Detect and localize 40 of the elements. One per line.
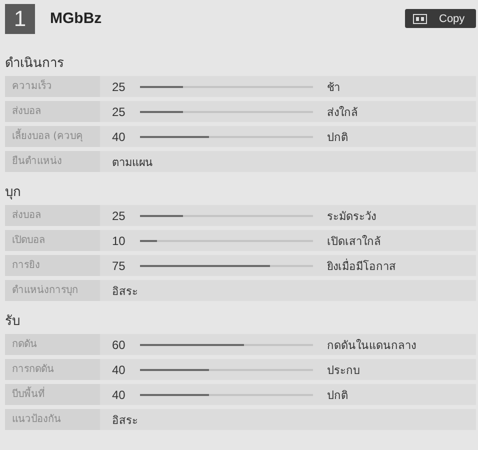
setting-value: 75 [112, 258, 126, 272]
setting-option: อิสระ [112, 410, 138, 428]
setting-option: ตามแผน [112, 152, 153, 170]
number-badge: 1 [5, 4, 35, 34]
copy-icon [413, 14, 427, 24]
setting-option: ช้า [327, 78, 340, 96]
setting-label: บีบพื้นที่ [5, 384, 100, 405]
setting-value: 25 [112, 104, 126, 118]
setting-option: กดดันในแดนกลาง [327, 336, 416, 354]
setting-value: 60 [112, 338, 126, 352]
setting-label: ยืนตำแหน่ง [5, 151, 100, 172]
setting-label: กดดัน [5, 334, 100, 355]
setting-value: 40 [112, 388, 126, 402]
setting-option: ระมัดระวัง [327, 206, 376, 224]
setting-label: การกดดัน [5, 359, 100, 380]
setting-option: ปกติ [327, 386, 348, 404]
setting-value: 10 [112, 234, 126, 248]
setting-label: เปิดบอล [5, 230, 100, 251]
setting-label: การยิง [5, 255, 100, 276]
setting-option: ส่งใกล้ [327, 102, 358, 120]
setting-option: ประกบ [327, 360, 360, 378]
setting-label: เลี้ยงบอล (ควบคุ [5, 126, 100, 147]
section-heading: บุก [5, 185, 22, 201]
setting-label: ตำแหน่งการบุก [5, 280, 100, 301]
copy-button[interactable]: Copy [405, 9, 476, 28]
setting-label: แนวป้องกัน [5, 409, 100, 430]
setting-value: 40 [112, 130, 126, 144]
setting-label: ส่งบอล [5, 101, 100, 122]
setting-option: ยิงเมื่อมีโอกาส [327, 256, 396, 274]
setting-option: เปิดเสาใกล้ [327, 232, 381, 250]
section-heading: รับ [5, 314, 21, 330]
setting-label: ความเร็ว [5, 76, 100, 97]
setting-label: ส่งบอล [5, 205, 100, 226]
setting-value: 40 [112, 362, 126, 376]
team-name: MGbBz [50, 10, 102, 27]
section-heading: ดำเนินการ [5, 56, 65, 72]
setting-option: อิสระ [112, 282, 138, 300]
setting-value: 25 [112, 80, 126, 94]
setting-value: 25 [112, 208, 126, 222]
setting-option: ปกติ [327, 128, 348, 146]
